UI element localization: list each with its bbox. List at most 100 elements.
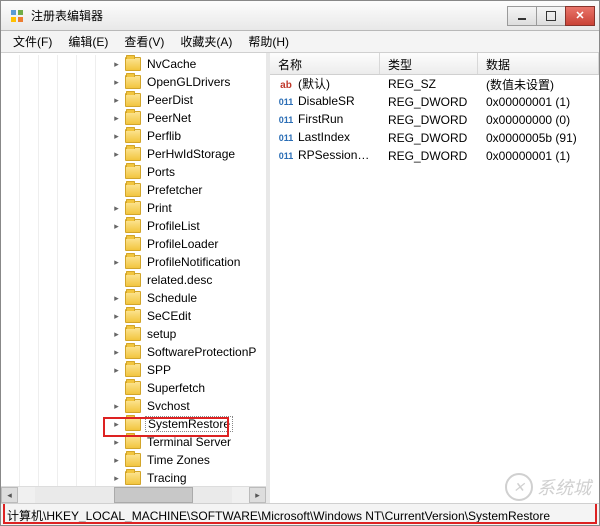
- tree-item[interactable]: Schedule: [1, 289, 266, 307]
- value-row[interactable]: 011FirstRunREG_DWORD0x00000000 (0): [270, 111, 599, 129]
- folder-icon: [125, 327, 141, 341]
- folder-icon: [125, 255, 141, 269]
- value-row[interactable]: ab(默认)REG_SZ(数值未设置): [270, 75, 599, 93]
- tree-item[interactable]: Ports: [1, 163, 266, 181]
- tree-item[interactable]: related.desc: [1, 271, 266, 289]
- expand-placeholder: [111, 275, 122, 286]
- expand-icon[interactable]: [111, 329, 122, 340]
- tree-item-label: SPP: [145, 363, 173, 377]
- tree-item[interactable]: Superfetch: [1, 379, 266, 397]
- value-row[interactable]: 011DisableSRREG_DWORD0x00000001 (1): [270, 93, 599, 111]
- scroll-track[interactable]: [35, 487, 232, 503]
- expand-icon[interactable]: [111, 293, 122, 304]
- tree-item[interactable]: PeerNet: [1, 109, 266, 127]
- column-name[interactable]: 名称: [270, 53, 380, 74]
- folder-icon: [125, 273, 141, 287]
- value-data-cell: 0x0000005b (91): [478, 130, 599, 146]
- tree-item-label: Print: [145, 201, 174, 215]
- menu-file[interactable]: 文件(F): [5, 31, 60, 52]
- tree-item[interactable]: ProfileList: [1, 217, 266, 235]
- expand-icon[interactable]: [111, 77, 122, 88]
- tree-item-label: PerHwIdStorage: [145, 147, 237, 161]
- maximize-button[interactable]: [536, 6, 566, 26]
- minimize-button[interactable]: [507, 6, 537, 26]
- tree-hscrollbar[interactable]: ◂ ▸: [1, 486, 266, 503]
- expand-icon[interactable]: [111, 473, 122, 484]
- tree-item[interactable]: NvCache: [1, 55, 266, 73]
- expand-icon[interactable]: [111, 365, 122, 376]
- tree-item-label: ProfileList: [145, 219, 202, 233]
- tree-item[interactable]: SPP: [1, 361, 266, 379]
- tree-item-label: ProfileNotification: [145, 255, 242, 269]
- scroll-left-button[interactable]: ◂: [1, 487, 18, 503]
- tree-item[interactable]: Tracing: [1, 469, 266, 487]
- expand-icon[interactable]: [111, 311, 122, 322]
- registry-editor-window: 注册表编辑器 文件(F) 编辑(E) 查看(V) 收藏夹(A) 帮助(H) Nv…: [0, 0, 600, 526]
- tree-item[interactable]: Svchost: [1, 397, 266, 415]
- dword-value-icon: 011: [278, 94, 294, 110]
- tree-item[interactable]: Prefetcher: [1, 181, 266, 199]
- menu-help[interactable]: 帮助(H): [240, 31, 297, 52]
- list-header[interactable]: 名称 类型 数据: [270, 53, 599, 75]
- tree-item[interactable]: SeCEdit: [1, 307, 266, 325]
- expand-icon[interactable]: [111, 149, 122, 160]
- value-name: DisableSR: [298, 94, 355, 108]
- tree-item[interactable]: Perflib: [1, 127, 266, 145]
- menu-edit[interactable]: 编辑(E): [60, 31, 116, 52]
- folder-icon: [125, 183, 141, 197]
- expand-icon[interactable]: [111, 203, 122, 214]
- expand-icon[interactable]: [111, 347, 122, 358]
- value-type-cell: REG_DWORD: [380, 112, 478, 128]
- tree-item[interactable]: Print: [1, 199, 266, 217]
- value-row[interactable]: 011LastIndexREG_DWORD0x0000005b (91): [270, 129, 599, 147]
- scroll-right-button[interactable]: ▸: [249, 487, 266, 503]
- tree-item[interactable]: OpenGLDrivers: [1, 73, 266, 91]
- tree-pane[interactable]: NvCacheOpenGLDriversPeerDist PeerNet Perfl…: [1, 53, 266, 503]
- scroll-thumb[interactable]: [114, 487, 193, 503]
- tree-item[interactable]: setup: [1, 325, 266, 343]
- tree-item[interactable]: PerHwIdStorage: [1, 145, 266, 163]
- expand-icon[interactable]: [111, 131, 122, 142]
- titlebar[interactable]: 注册表编辑器: [1, 1, 599, 31]
- value-type-cell: REG_DWORD: [380, 148, 478, 164]
- column-data[interactable]: 数据: [478, 53, 599, 74]
- folder-icon: [125, 471, 141, 485]
- tree-item[interactable]: SoftwareProtectionP: [1, 343, 266, 361]
- tree-item-label: Time Zones: [145, 453, 212, 467]
- folder-icon: [125, 417, 141, 431]
- expand-icon[interactable]: [111, 113, 122, 124]
- tree-item-label: PeerNet: [145, 111, 193, 125]
- expand-icon[interactable]: [111, 95, 122, 106]
- folder-icon: [125, 165, 141, 179]
- tree-item[interactable]: Terminal Server: [1, 433, 266, 451]
- tree-item[interactable]: Time Zones: [1, 451, 266, 469]
- menubar: 文件(F) 编辑(E) 查看(V) 收藏夹(A) 帮助(H): [1, 31, 599, 53]
- folder-icon: [125, 219, 141, 233]
- menu-view[interactable]: 查看(V): [116, 31, 172, 52]
- value-row[interactable]: 011RPSessionInter...REG_DWORD0x00000001 …: [270, 147, 599, 165]
- value-data-cell: 0x00000000 (0): [478, 112, 599, 128]
- menu-favorites[interactable]: 收藏夹(A): [172, 31, 240, 52]
- folder-icon: [125, 57, 141, 71]
- expand-icon[interactable]: [111, 257, 122, 268]
- folder-icon: [125, 75, 141, 89]
- expand-icon[interactable]: [111, 221, 122, 232]
- column-type[interactable]: 类型: [380, 53, 478, 74]
- value-name: FirstRun: [298, 112, 343, 126]
- close-button[interactable]: [565, 6, 595, 26]
- folder-icon: [125, 363, 141, 377]
- dword-value-icon: 011: [278, 130, 294, 146]
- expand-icon[interactable]: [111, 59, 122, 70]
- expand-icon[interactable]: [111, 437, 122, 448]
- folder-icon: [125, 309, 141, 323]
- values-pane[interactable]: 名称 类型 数据 ab(默认)REG_SZ(数值未设置)011DisableSR…: [270, 53, 599, 503]
- tree-item[interactable]: ProfileLoader: [1, 235, 266, 253]
- tree-item[interactable]: SystemRestore: [1, 415, 266, 433]
- registry-tree: NvCacheOpenGLDriversPeerDist PeerNet Perfl…: [1, 53, 266, 503]
- tree-item[interactable]: PeerDist: [1, 91, 266, 109]
- expand-icon[interactable]: [111, 455, 122, 466]
- tree-item[interactable]: ProfileNotification: [1, 253, 266, 271]
- expand-icon[interactable]: [111, 419, 122, 430]
- expand-icon[interactable]: [111, 401, 122, 412]
- value-data-cell: (数值未设置): [478, 75, 599, 94]
